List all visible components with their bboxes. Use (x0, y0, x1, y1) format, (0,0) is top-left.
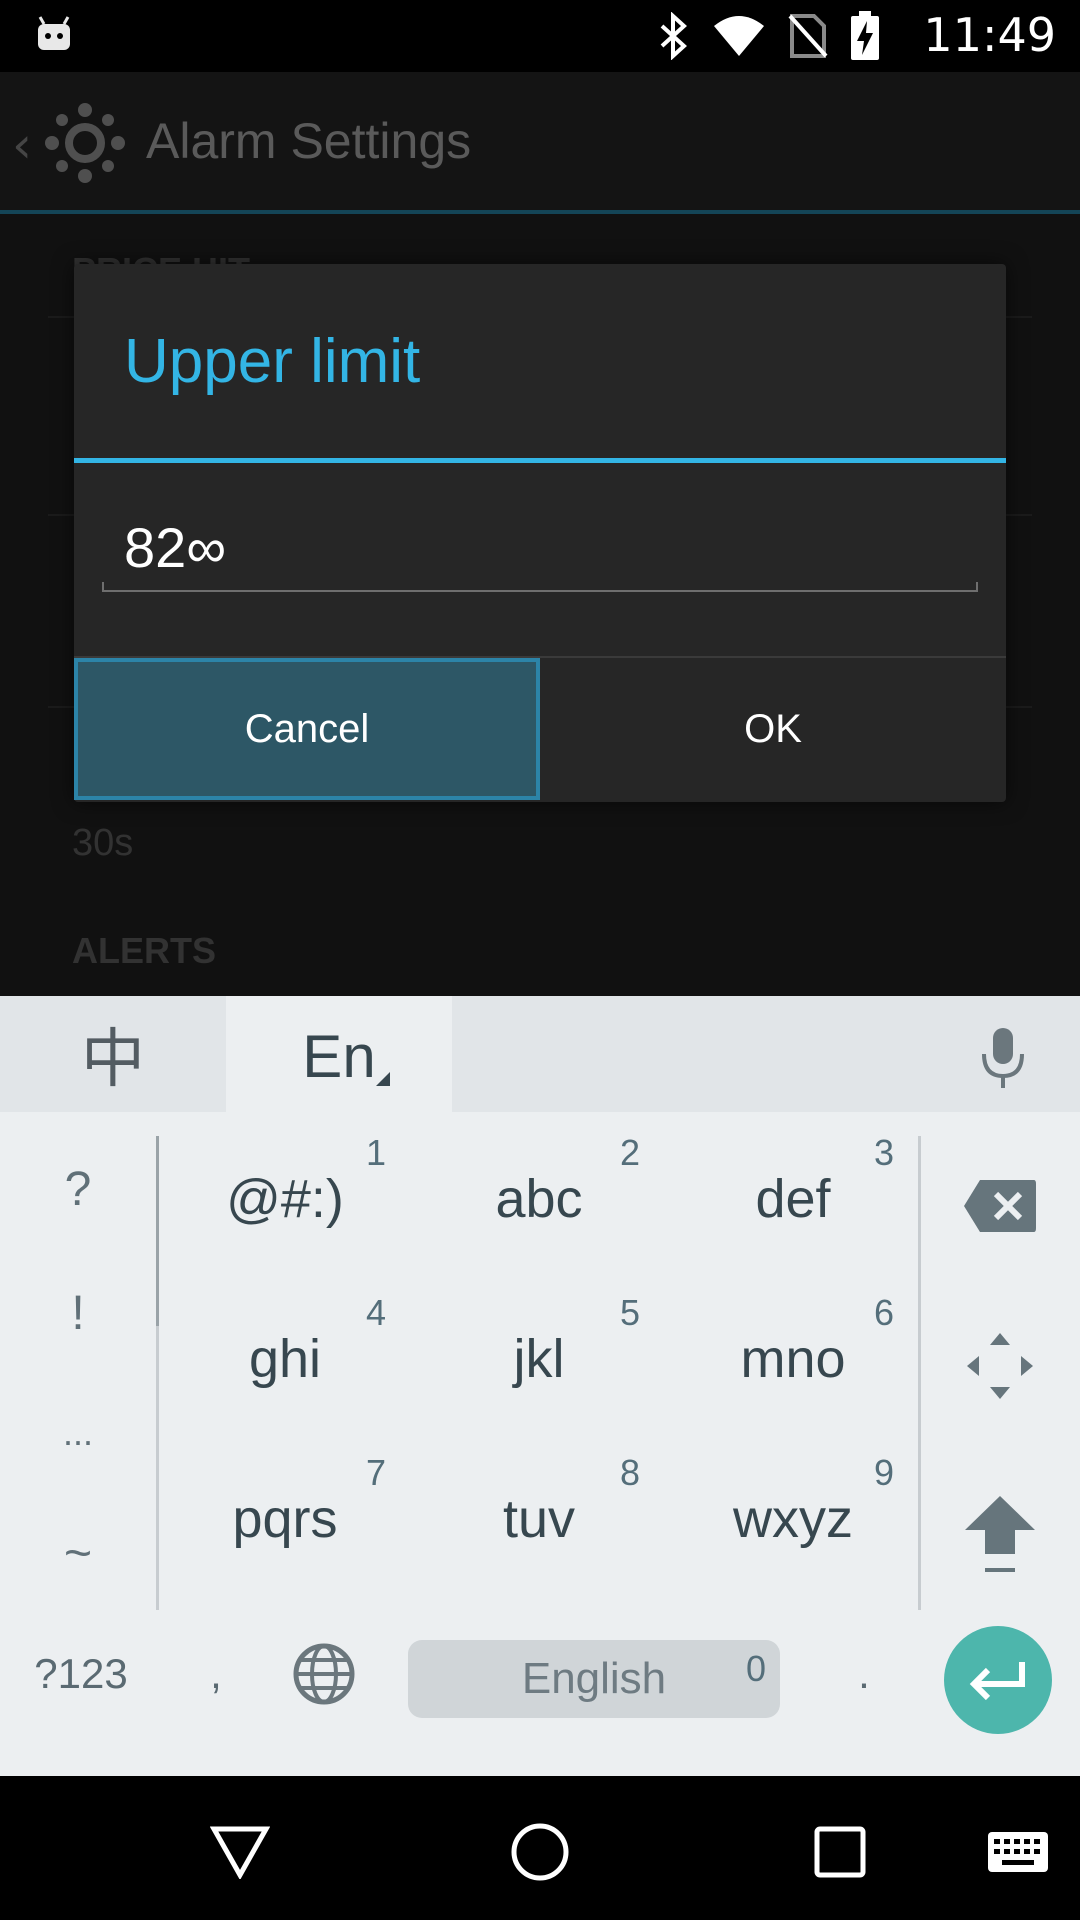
nav-keyboard-switch-button[interactable] (978, 1812, 1058, 1892)
cancel-button[interactable]: Cancel (74, 658, 540, 800)
exclamation-key[interactable]: ! (0, 1286, 156, 1341)
microphone-icon[interactable] (976, 1026, 1030, 1090)
key-label: abc (495, 1169, 583, 1229)
space-key-label: English (521, 1654, 667, 1703)
back-icon (210, 1826, 270, 1879)
key-label: ghi (248, 1329, 322, 1389)
space-key[interactable]: English 0 (408, 1640, 780, 1718)
key-label: @#:) (226, 1169, 344, 1229)
recents-icon (814, 1826, 866, 1878)
key-8-tuv[interactable]: tuv 8 (412, 1442, 666, 1602)
shift-key[interactable] (940, 1486, 1060, 1586)
globe-icon (293, 1643, 355, 1705)
english-input-tab[interactable]: En (226, 996, 452, 1116)
navigation-bar (0, 1776, 1080, 1920)
backspace-key[interactable] (940, 1156, 1060, 1256)
key-number: 4 (365, 1292, 386, 1333)
dropdown-triangle-icon (376, 1072, 390, 1086)
system-icons (656, 11, 880, 60)
keyboard-switch-icon (988, 1832, 1048, 1872)
space-key-number: 0 (745, 1648, 766, 1689)
cursor-move-icon (967, 1333, 1033, 1399)
status-time: 11:49 (923, 8, 1056, 62)
battery-charging-icon (851, 11, 879, 60)
key-4-ghi[interactable]: ghi 4 (158, 1282, 412, 1442)
key-label: def (755, 1169, 831, 1229)
nav-home-button[interactable] (500, 1812, 580, 1892)
input-underline (102, 582, 978, 592)
ok-button[interactable]: OK (540, 658, 1006, 800)
chinese-input-tab[interactable]: 中 (0, 996, 226, 1112)
key-label: tuv (502, 1489, 576, 1549)
nav-back-button[interactable] (200, 1812, 280, 1892)
key-label: pqrs (232, 1489, 338, 1549)
key-5-jkl[interactable]: jkl 5 (412, 1282, 666, 1442)
key-2-abc[interactable]: abc 2 (412, 1122, 666, 1282)
symbols-key[interactable]: ?123 (14, 1624, 148, 1724)
key-9-wxyz[interactable]: wxyz 9 (666, 1442, 920, 1602)
dialog-title: Upper limit (124, 327, 421, 396)
key-number: 1 (365, 1132, 386, 1173)
upper-limit-input[interactable] (102, 504, 978, 590)
key-label: jkl (513, 1329, 565, 1389)
key-label: mno (740, 1329, 846, 1389)
ellipsis-key[interactable]: ... (0, 1412, 156, 1454)
no-sim-icon (788, 14, 828, 58)
key-number: 5 (619, 1292, 640, 1333)
tilde-key[interactable]: ~ (0, 1526, 156, 1581)
android-notification-icon (38, 16, 70, 50)
upper-limit-dialog: Upper limit Cancel OK (74, 264, 1006, 802)
key-number: 3 (873, 1132, 894, 1173)
backspace-icon (964, 1180, 1036, 1232)
key-label: wxyz (733, 1489, 853, 1549)
bluetooth-icon (660, 12, 687, 60)
home-icon (511, 1823, 569, 1881)
key-3-def[interactable]: def 3 (666, 1122, 920, 1282)
key-number: 2 (619, 1132, 640, 1173)
enter-icon (969, 1662, 1025, 1700)
key-number: 6 (873, 1292, 894, 1333)
comma-key[interactable]: , (166, 1624, 266, 1724)
keyboard-toolbar: 中 En (0, 996, 1080, 1116)
enter-key[interactable] (944, 1626, 1052, 1734)
nav-recents-button[interactable] (800, 1812, 880, 1892)
english-tab-label: En (302, 1022, 376, 1090)
key-1-symbols[interactable]: @#:) 1 (158, 1122, 412, 1282)
key-number: 7 (365, 1452, 386, 1493)
status-bar: 11:49 (0, 0, 1080, 72)
key-number: 8 (619, 1452, 640, 1493)
key-number: 9 (873, 1452, 894, 1493)
language-key[interactable] (280, 1624, 368, 1724)
shift-arrow-icon (965, 1496, 1035, 1572)
wifi-icon (714, 16, 764, 56)
question-mark-key[interactable]: ? (0, 1162, 156, 1217)
period-key[interactable]: . (812, 1624, 916, 1724)
key-7-pqrs[interactable]: pqrs 7 (158, 1442, 412, 1602)
key-6-mno[interactable]: mno 6 (666, 1282, 920, 1442)
dialog-title-divider (74, 458, 1006, 463)
soft-keyboard: 中 En ? ! ... ~ @#:) 1 abc 2 def 3 ghi 4 … (0, 996, 1080, 1776)
cursor-move-key[interactable] (940, 1316, 1060, 1416)
